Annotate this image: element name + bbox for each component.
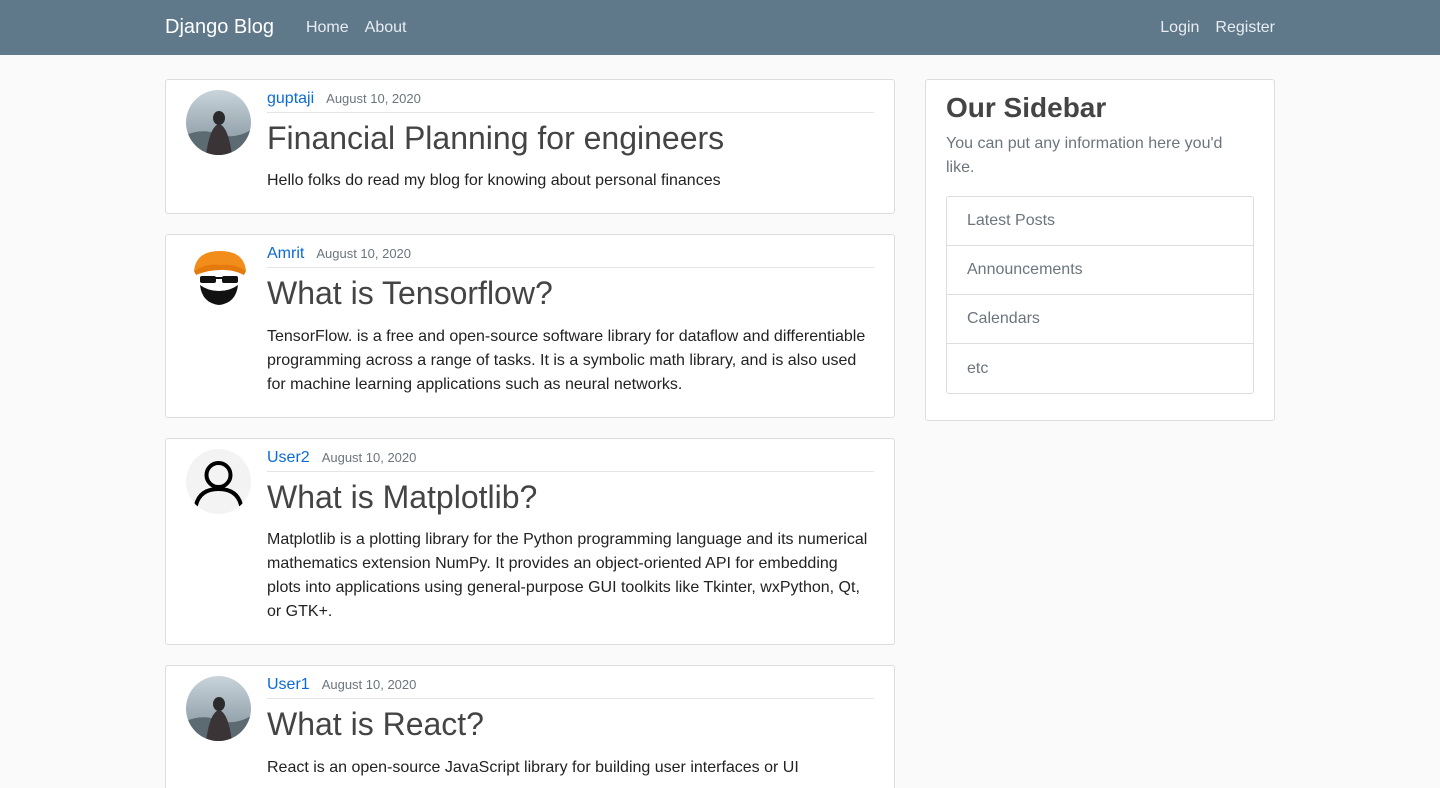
- post-title[interactable]: What is Tensorflow?: [267, 274, 553, 312]
- top-navbar: Django Blog Home About Login Register: [0, 0, 1440, 55]
- author-link[interactable]: User2: [267, 449, 310, 467]
- post-content: React is an open-source JavaScript libra…: [267, 758, 799, 776]
- author-link[interactable]: guptaji: [267, 90, 314, 108]
- post-meta: User1 August 10, 2020: [267, 676, 874, 700]
- post-meta: guptaji August 10, 2020: [267, 90, 874, 113]
- post-date: August 10, 2020: [321, 449, 417, 465]
- sidebar-title: Our Sidebar: [946, 92, 1107, 123]
- sidebar-item-calendars[interactable]: Calendars: [947, 295, 1253, 344]
- post-title[interactable]: What is React?: [267, 705, 484, 743]
- post-body: User1 August 10, 2020 What is React? Rea…: [267, 676, 874, 779]
- avatar: [186, 676, 251, 742]
- posts-column: guptaji August 10, 2020 Financial Planni…: [165, 79, 895, 788]
- post-date: August 10, 2020: [321, 677, 417, 693]
- navbar-inner: Django Blog Home About Login Register: [165, 16, 1275, 39]
- post-date: August 10, 2020: [316, 246, 412, 262]
- landscape-avatar-icon: [186, 90, 251, 155]
- nav-register-link[interactable]: Register: [1215, 19, 1275, 37]
- avatar: [186, 448, 251, 514]
- sidebar-list: Latest Posts Announcements Calendars etc: [946, 196, 1254, 394]
- sidebar-item-etc[interactable]: etc: [947, 344, 1253, 393]
- sidebar-column: Our Sidebar You can put any information …: [925, 79, 1275, 788]
- post-card: User1 August 10, 2020 What is React? Rea…: [165, 665, 895, 788]
- post-content: Hello folks do read my blog for knowing …: [267, 172, 721, 190]
- user-outline-icon: [194, 460, 243, 507]
- post-body: Amrit August 10, 2020 What is Tensorflow…: [267, 245, 874, 396]
- landscape-avatar-icon: [186, 676, 251, 742]
- post-title[interactable]: What is Matplotlib?: [267, 478, 537, 516]
- turban-avatar-icon: [186, 245, 251, 311]
- nav-home-link[interactable]: Home: [306, 19, 349, 37]
- author-link[interactable]: Amrit: [267, 245, 304, 263]
- page-container: guptaji August 10, 2020 Financial Planni…: [165, 79, 1275, 788]
- sidebar-item-latest-posts[interactable]: Latest Posts: [947, 197, 1253, 246]
- post-meta: Amrit August 10, 2020: [267, 245, 874, 269]
- brand-link[interactable]: Django Blog: [165, 16, 274, 39]
- avatar: [186, 90, 251, 155]
- post-card: guptaji August 10, 2020 Financial Planni…: [165, 79, 895, 215]
- post-card: User2 August 10, 2020 What is Matplotlib…: [165, 437, 895, 646]
- post-content: TensorFlow. is a free and open-source so…: [267, 327, 866, 393]
- sidebar-item-announcements[interactable]: Announcements: [947, 246, 1253, 295]
- navbar-right: Login Register: [1144, 19, 1275, 37]
- avatar: [186, 245, 251, 311]
- sidebar-card: Our Sidebar You can put any information …: [925, 79, 1275, 421]
- post-content: Matplotlib is a plotting library for the…: [267, 531, 868, 621]
- post-date: August 10, 2020: [326, 91, 421, 106]
- post-title[interactable]: Financial Planning for engineers: [267, 119, 724, 157]
- post-meta: User2 August 10, 2020: [267, 449, 874, 472]
- sidebar-description: You can put any information here you'd l…: [946, 135, 1223, 176]
- post-body: guptaji August 10, 2020 Financial Planni…: [267, 90, 874, 193]
- author-link[interactable]: User1: [267, 676, 310, 694]
- post-body: User2 August 10, 2020 What is Matplotlib…: [267, 449, 874, 624]
- post-card: Amrit August 10, 2020 What is Tensorflow…: [165, 234, 895, 418]
- nav-login-link[interactable]: Login: [1160, 19, 1199, 37]
- nav-about-link[interactable]: About: [365, 19, 407, 37]
